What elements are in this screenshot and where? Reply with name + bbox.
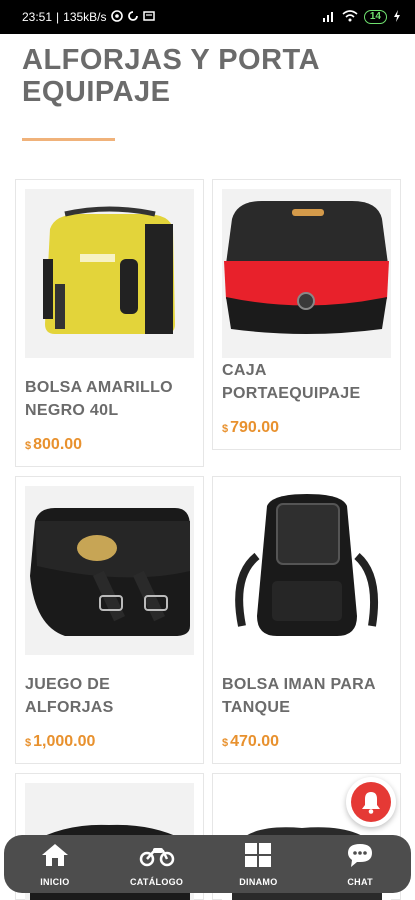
motorcycle-icon [139,842,175,873]
battery-indicator: 14 [363,10,387,24]
product-price: $790.00 [222,419,280,436]
chat-icon [346,842,374,873]
product-name[interactable]: JUEGO DE ALFORJAS [25,673,197,719]
nav-item-chat[interactable]: CHAT [315,842,405,887]
network-speed: 135kB/s [63,10,107,24]
status-bar: 23:51 | 135kB/s 14 [0,0,415,34]
charging-icon [393,9,401,25]
saddlebag-image[interactable] [25,486,194,655]
notification-bell-button[interactable] [346,777,396,827]
signal-icon [322,10,336,25]
sync-icon [127,10,139,25]
product-card[interactable]: BOLSA IMAN PARA TANQUE $470.00 [212,476,401,764]
product-price: $470.00 [222,733,280,750]
product-card[interactable]: BOLSA AMARILLO NEGRO 40L $800.00 [15,179,204,467]
grid-icon [244,842,272,873]
product-card[interactable]: JUEGO DE ALFORJAS $1,000.00 [15,476,204,764]
product-name[interactable]: BOLSA AMARILLO NEGRO 40L [25,376,197,422]
page-title: ALFORJAS Y PORTA EQUIPAJE [22,44,319,108]
product-price: $800.00 [25,436,83,453]
notification-icon [142,10,155,25]
nav-item-inicio[interactable]: INICIO [10,842,100,887]
status-time: 23:51 [22,10,53,24]
product-name[interactable]: BOLSA IMAN PARA TANQUE [222,673,394,719]
product-card[interactable]: CAJA PORTAEQUIPAJE $790.00 [212,179,401,450]
bottom-navigation: INICIO CATÁLOGO DINAMO CHAT [4,835,411,893]
nav-item-catalogo[interactable]: CATÁLOGO [112,842,202,887]
title-underline [22,138,115,141]
top-case-image[interactable] [222,189,391,358]
wifi-icon [342,9,358,25]
product-name[interactable]: CAJA PORTAEQUIPAJE [222,359,394,405]
bell-icon [351,782,391,822]
nav-item-dinamo[interactable]: DINAMO [213,842,303,887]
hotspot-icon [110,9,123,25]
yellow-bag-image[interactable] [25,189,194,358]
product-price: $1,000.00 [25,733,96,750]
tank-bag-image[interactable] [222,486,391,655]
home-icon [40,842,70,873]
